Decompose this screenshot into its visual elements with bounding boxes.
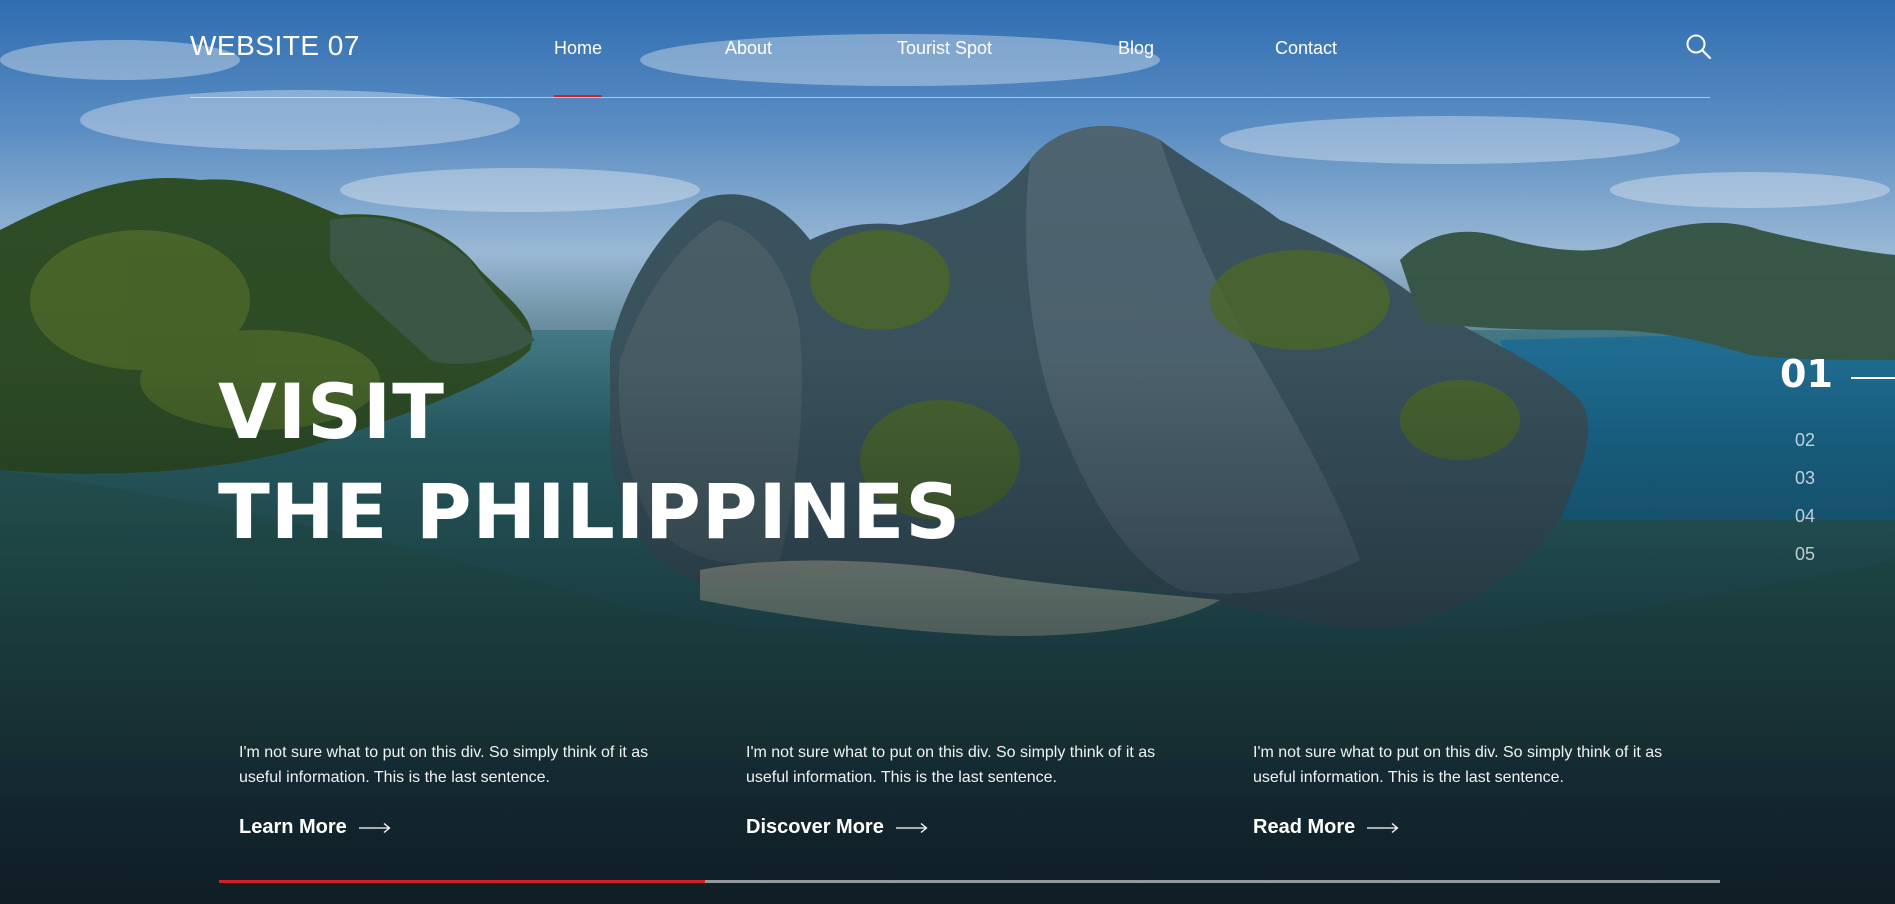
info-card-text: I'm not sure what to put on this div. So… [1253,744,1663,786]
slide-number-05[interactable]: 05 [1795,544,1815,565]
main-nav: Home About Tourist Spot Blog Contact [190,38,1710,97]
read-more-label: Read More [1253,816,1356,838]
slide-progress-fill [219,880,706,883]
slide-current-number[interactable]: 01 [1780,352,1833,396]
info-card-1: I'm not sure what to put on this div. So… [239,740,679,839]
slide-current-line [1851,377,1895,379]
info-card-text: I'm not sure what to put on this div. So… [746,744,1156,786]
nav-item-home[interactable]: Home [554,38,603,97]
slide-number-03[interactable]: 03 [1795,468,1815,489]
arrow-right-icon [895,822,928,833]
info-card-3: I'm not sure what to put on this div. So… [1253,740,1693,839]
arrow-right-icon [1367,822,1399,833]
hero-section: WEBSITE 07 Home About Tourist Spot Blog … [0,0,1895,904]
nav-item-contact[interactable]: Contact [1275,38,1337,59]
arrow-right-icon [358,822,391,833]
search-icon [1686,34,1712,60]
info-card-text: I'm not sure what to put on this div. So… [239,744,649,786]
discover-more-label: Discover More [746,816,884,838]
slide-number-04[interactable]: 04 [1795,506,1815,527]
slide-number-02[interactable]: 02 [1795,430,1815,451]
search-button[interactable] [1684,32,1714,62]
headline-line-1: VISIT [218,367,445,456]
learn-more-label: Learn More [239,816,347,838]
nav-item-blog[interactable]: Blog [1118,38,1154,59]
nav-item-tourist-spot[interactable]: Tourist Spot [897,38,992,59]
discover-more-link[interactable]: Discover More [746,816,928,839]
info-card-2: I'm not sure what to put on this div. So… [746,740,1186,839]
headline-line-2: THE PHILIPPINES [218,467,962,556]
learn-more-link[interactable]: Learn More [239,816,391,839]
hero-headline: VISIT THE PHILIPPINES [218,362,961,562]
nav-item-about[interactable]: About [725,38,772,59]
site-header: WEBSITE 07 Home About Tourist Spot Blog … [190,0,1712,98]
slide-progress-bar [219,880,1720,883]
read-more-link[interactable]: Read More [1253,816,1399,839]
